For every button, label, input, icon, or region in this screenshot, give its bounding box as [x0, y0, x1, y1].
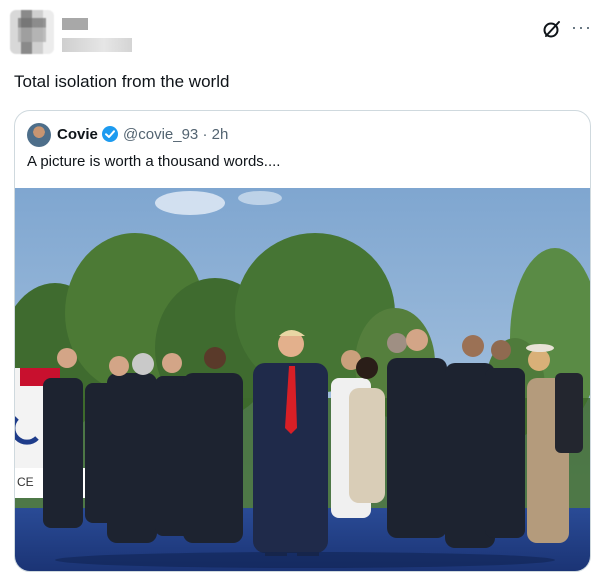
quoted-post-text: A picture is worth a thousand words....	[27, 153, 281, 170]
quoted-author-name[interactable]: Covie	[57, 126, 98, 143]
grok-icon[interactable]	[541, 18, 563, 40]
quoted-author-handle-time[interactable]: @covie_93 · 2h	[123, 126, 228, 143]
blurred-author-avatar[interactable]	[10, 10, 54, 54]
blurred-author-name[interactable]	[62, 18, 88, 30]
blurred-author-handle[interactable]	[62, 38, 132, 52]
photo-sign-text: CE	[17, 475, 34, 489]
quoted-post[interactable]: Covie @covie_93 · 2h A picture is worth …	[14, 110, 591, 572]
verified-badge-icon	[102, 126, 118, 142]
post-text: Total isolation from the world	[14, 72, 230, 91]
more-icon[interactable]: ···	[571, 18, 592, 36]
quoted-author-avatar[interactable]	[27, 123, 51, 147]
quoted-post-photo[interactable]: CE	[15, 188, 590, 571]
